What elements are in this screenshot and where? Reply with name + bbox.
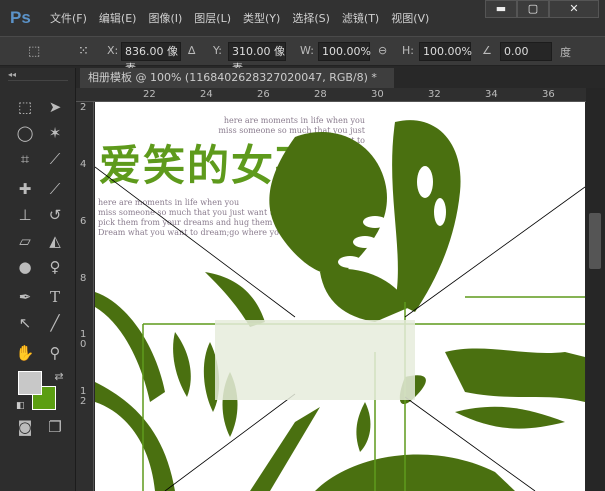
height-field[interactable]: 100.00% xyxy=(419,42,472,61)
w-label: W: xyxy=(300,44,314,57)
menu-select[interactable]: 选择(S) xyxy=(292,10,330,26)
maximize-button[interactable]: ▢ xyxy=(517,0,549,18)
minimize-button[interactable]: ▬ xyxy=(485,0,517,18)
ruler-tick: 6 xyxy=(80,216,87,227)
angle-unit: 度 xyxy=(560,46,571,59)
link-icon[interactable]: ⊖ xyxy=(378,44,387,57)
angle-icon: ∠ xyxy=(482,44,492,57)
document-tab-title: 相册模板 @ 100% (116840262832702004​7, RGB/8… xyxy=(88,71,377,84)
menu-layer[interactable]: 图层(L) xyxy=(194,10,231,26)
zoom-tool-icon[interactable]: ⚲ xyxy=(42,342,68,364)
x-field[interactable]: 836.00 像素 xyxy=(121,42,181,75)
move-tool-icon[interactable]: ➤ xyxy=(42,96,68,118)
menu-file[interactable]: 文件(F) xyxy=(50,10,87,26)
line-tool-icon[interactable]: ╱ xyxy=(42,312,68,334)
magic-wand-icon[interactable]: ✶ xyxy=(42,122,68,144)
ruler-tick: 8 xyxy=(80,273,87,284)
menu-filter[interactable]: 滤镜(T) xyxy=(342,10,379,26)
relative-position-icon[interactable]: ∆ xyxy=(188,44,195,57)
history-brush-icon[interactable]: ↺ xyxy=(42,204,68,226)
crop-tool-icon[interactable]: ⌗ xyxy=(12,148,38,170)
butterfly-artwork xyxy=(95,120,585,491)
document-canvas[interactable]: here are moments in life when you miss s… xyxy=(95,102,585,491)
options-bar: ⬚ ⁙ X: 836.00 像素 ∆ Y: 310.00 像素 W: 100.0… xyxy=(0,36,605,75)
default-colors-icon[interactable]: ◧ xyxy=(16,401,25,411)
blur-tool-icon[interactable]: ● xyxy=(12,256,38,278)
ruler-tick: 32 xyxy=(428,89,441,100)
lasso-tool-icon[interactable]: ◯ xyxy=(12,122,38,144)
horizontal-ruler: 22 24 26 28 30 32 34 36 xyxy=(76,88,586,102)
path-selection-icon[interactable]: ↖ xyxy=(12,312,38,334)
ruler-tick: 22 xyxy=(143,89,156,100)
ruler-tick: 36 xyxy=(542,89,555,100)
width-field[interactable]: 100.00% xyxy=(318,42,371,61)
ruler-tick: 10 xyxy=(80,329,87,350)
healing-brush-icon[interactable]: ✚ xyxy=(12,178,38,200)
x-label: X: xyxy=(107,44,119,57)
type-tool-icon[interactable]: T xyxy=(42,286,68,308)
eyedropper-icon[interactable]: ⟋ xyxy=(42,148,68,170)
photoshop-logo: Ps xyxy=(10,8,31,27)
marquee-tool-icon[interactable]: ⬚ xyxy=(12,96,38,118)
ruler-tick: 28 xyxy=(314,89,327,100)
ruler-tick: 26 xyxy=(257,89,270,100)
vertical-scrollbar[interactable] xyxy=(586,88,605,491)
menu-type[interactable]: 类型(Y) xyxy=(243,10,280,26)
blurred-region xyxy=(215,320,415,400)
menu-view[interactable]: 视图(V) xyxy=(391,10,429,26)
transform-tool-icon[interactable]: ⬚ xyxy=(28,44,40,59)
document-tab[interactable]: 相册模板 @ 100% (116840262832702004​7, RGB/8… xyxy=(80,68,394,104)
hand-tool-icon[interactable]: ✋ xyxy=(12,342,38,364)
scrollbar-thumb[interactable] xyxy=(589,213,601,269)
ruler-tick: 4 xyxy=(80,159,87,170)
ruler-tick: 30 xyxy=(371,89,384,100)
ruler-tick: 2 xyxy=(80,102,87,113)
vertical-ruler: 2 4 6 8 10 12 xyxy=(76,102,94,491)
reference-point-icon[interactable]: ⁙ xyxy=(78,44,89,59)
menu-bar: 文件(F) 编辑(E) 图像(I) 图层(L) 类型(Y) 选择(S) 滤镜(T… xyxy=(50,10,429,26)
pen-tool-icon[interactable]: ✒ xyxy=(12,286,38,308)
ruler-tick: 34 xyxy=(485,89,498,100)
paint-bucket-icon[interactable]: ◭ xyxy=(42,230,68,252)
title-bar: Ps 文件(F) 编辑(E) 图像(I) 图层(L) 类型(Y) 选择(S) 滤… xyxy=(0,0,605,36)
quick-mask-icon[interactable]: ◙ xyxy=(12,416,38,438)
ruler-tick: 24 xyxy=(200,89,213,100)
document-tab-bar: 相册模板 @ 100% (116840262832702004​7, RGB/8… xyxy=(76,68,605,104)
close-button[interactable]: ✕ xyxy=(549,0,599,18)
menu-image[interactable]: 图像(I) xyxy=(148,10,182,26)
dodge-tool-icon[interactable]: ♀ xyxy=(42,256,68,278)
stamp-tool-icon[interactable]: ⊥ xyxy=(12,204,38,226)
collapse-icon[interactable]: ◂◂ xyxy=(8,70,16,79)
foreground-color-swatch[interactable] xyxy=(18,371,42,395)
h-label: H: xyxy=(402,44,414,57)
eraser-tool-icon[interactable]: ▱ xyxy=(12,230,38,252)
y-field[interactable]: 310.00 像素 xyxy=(228,42,286,75)
angle-field[interactable]: 0.00 xyxy=(500,42,552,61)
brush-tool-icon[interactable]: ⟋ xyxy=(42,178,68,200)
menu-edit[interactable]: 编辑(E) xyxy=(99,10,137,26)
ruler-tick: 12 xyxy=(80,386,87,407)
screen-mode-icon[interactable]: ❐ xyxy=(42,416,68,438)
y-label: Y: xyxy=(213,44,222,57)
swap-colors-icon[interactable]: ⇄ xyxy=(46,366,72,388)
